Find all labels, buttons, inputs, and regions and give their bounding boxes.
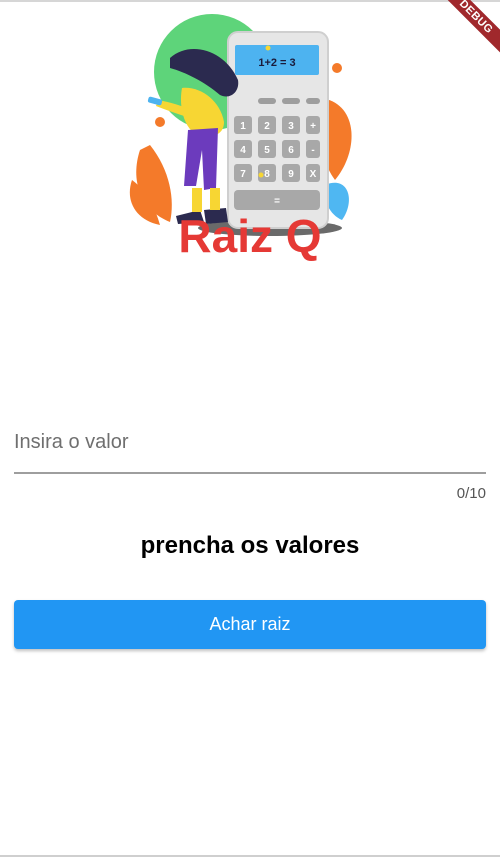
character-counter: 0/10 <box>456 485 486 502</box>
key-label: 7 <box>240 169 246 180</box>
app-screen: DEBUG 1+2 = 3 1 2 3 + 4 5 6 - 7 8 9 X = … <box>0 0 500 857</box>
key-label: 4 <box>240 145 246 156</box>
find-root-button[interactable]: Achar raiz <box>14 600 486 649</box>
key-label: 2 <box>264 121 270 132</box>
key-label: 6 <box>288 145 294 156</box>
debug-banner: DEBUG <box>420 0 500 80</box>
key-label: = <box>274 196 280 207</box>
key-label: X <box>310 169 317 180</box>
app-title: Raiz Q <box>178 210 322 262</box>
input-underline <box>14 472 486 474</box>
key-label: - <box>311 145 314 156</box>
key-label: 3 <box>288 121 294 132</box>
value-input[interactable] <box>14 414 486 470</box>
status-message: prencha os valores <box>140 532 360 559</box>
value-field[interactable] <box>14 414 486 474</box>
key-label: 9 <box>288 169 294 180</box>
debug-banner-label: DEBUG <box>434 0 500 59</box>
key-label: 8 <box>264 169 270 180</box>
calculator-display: 1+2 = 3 <box>258 57 295 69</box>
key-label: 5 <box>264 145 270 156</box>
key-label: 1 <box>240 121 246 132</box>
key-label: + <box>310 121 316 132</box>
